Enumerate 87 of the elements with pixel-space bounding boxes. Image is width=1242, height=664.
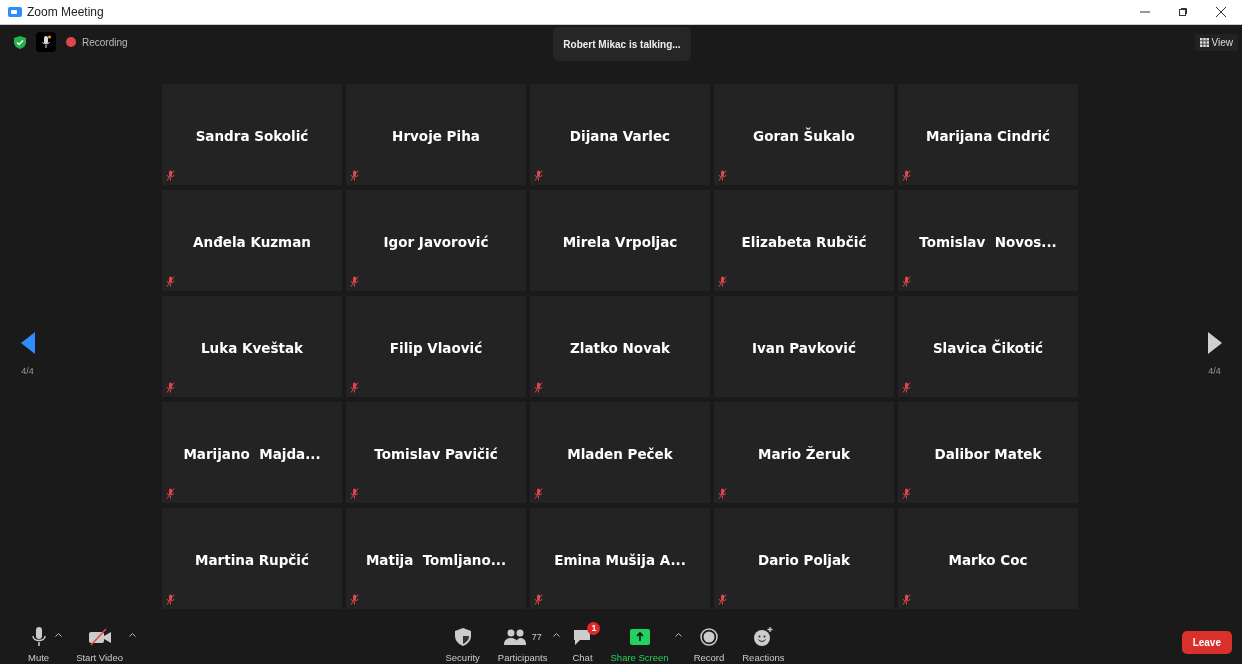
page-indicator: 4/4 (1208, 366, 1221, 376)
participant-name: Dalibor Matek (934, 446, 1042, 464)
participants-button[interactable]: 77 Participants (491, 621, 554, 663)
participant-name: Tomislav Novos... (919, 234, 1057, 252)
participant-tile[interactable]: Luka Kveštak (162, 296, 342, 397)
leave-button[interactable]: Leave (1181, 630, 1232, 654)
video-button[interactable]: Start Video (70, 621, 129, 663)
mic-button[interactable]: Mute (22, 621, 56, 663)
participant-name: Dijana Varlec (569, 128, 671, 146)
participant-name: Anđela Kuzman (193, 234, 311, 252)
participant-tile[interactable]: Sandra Sokolić (162, 84, 342, 185)
participant-tile[interactable]: Mladen Peček (530, 402, 710, 503)
participant-tile[interactable]: Marko Coc (898, 508, 1078, 609)
share-button[interactable]: Share Screen (604, 621, 675, 663)
security-button[interactable]: Security (439, 621, 486, 663)
participant-name: Slavica Čikotić (932, 340, 1044, 358)
page-indicator: 4/4 (21, 366, 34, 376)
participant-tile[interactable]: Matija Tomljano... (346, 508, 526, 609)
participant-name: Martina Rupčić (195, 552, 309, 570)
chat-button[interactable]: 1 Chat (566, 621, 599, 663)
smiley-plus-icon (753, 626, 774, 647)
participant-tile[interactable]: Dario Poljak (714, 508, 894, 609)
recording-label: Recording (82, 36, 128, 48)
record-icon (699, 627, 718, 646)
participant-tile[interactable]: Hrvoje Piha (346, 84, 526, 185)
participant-name: Tomislav Pavičić (374, 446, 498, 464)
caret-icon[interactable] (553, 631, 561, 637)
participant-tile[interactable]: Slavica Čikotić (898, 296, 1078, 397)
video-camera-icon (8, 6, 22, 18)
participant-name: Marijana Cindrić (925, 128, 1051, 146)
view-button[interactable]: View (1194, 33, 1238, 51)
participant-name: Sandra Sokolić (195, 128, 309, 146)
participant-tile[interactable]: Tomislav Pavičić (346, 402, 526, 503)
notification-badge: 1 (587, 621, 601, 635)
participant-tile[interactable]: Elizabeta Rubčić (714, 190, 894, 291)
shield-icon[interactable] (14, 35, 26, 49)
shield-icon (454, 627, 471, 646)
participant-tile[interactable]: Marijano Majda... (162, 402, 342, 503)
participant-count: 77 (531, 631, 542, 642)
caret-icon[interactable] (55, 631, 63, 637)
record-button[interactable]: Record (687, 621, 731, 663)
participant-name: Filip Vlaović (389, 340, 483, 358)
participant-name: Igor Javorović (383, 234, 489, 252)
participant-tile[interactable]: Emina Mušija A... (530, 508, 710, 609)
next-page-arrow[interactable] (1207, 332, 1222, 354)
caret-icon[interactable] (674, 631, 682, 637)
record-dot-icon (66, 37, 76, 47)
participant-tile[interactable]: Zlatko Novak (530, 296, 710, 397)
participant-name: Matija Tomljano... (365, 552, 507, 570)
crossed-camera-icon (87, 627, 112, 646)
participant-tile[interactable]: Mirela Vrpoljac (530, 190, 710, 291)
participant-tile[interactable]: Ivan Pavković (714, 296, 894, 397)
participant-name: Elizabeta Rubčić (741, 234, 867, 252)
participant-tile[interactable]: Martina Rupčić (162, 508, 342, 609)
participant-name: Dario Poljak (757, 552, 851, 570)
participant-tile[interactable]: Marijana Cindrić (898, 84, 1078, 185)
participant-tile[interactable]: Filip Vlaović (346, 296, 526, 397)
window-title: Zoom Meeting (27, 5, 104, 19)
participant-tile[interactable]: Anđela Kuzman (162, 190, 342, 291)
speaker-notice: Robert Mikac is talking... (553, 27, 691, 61)
participant-tile[interactable]: Dijana Varlec (530, 84, 710, 185)
participant-tile[interactable]: Dalibor Matek (898, 402, 1078, 503)
restore-icon[interactable] (1178, 7, 1188, 17)
grid-icon (1199, 37, 1209, 47)
microphone-icon (31, 626, 46, 647)
participant-name: Mladen Peček (567, 446, 673, 464)
participant-name: Goran Šukalo (753, 128, 855, 146)
participant-name: Marijano Majda... (183, 446, 321, 464)
close-icon[interactable] (1216, 7, 1226, 17)
participant-name: Mario Žeruk (758, 446, 850, 464)
participant-name: Emina Mušija A... (554, 552, 686, 570)
participant-tile[interactable]: Goran Šukalo (714, 84, 894, 185)
participant-name: Mirela Vrpoljac (562, 234, 678, 252)
caret-icon[interactable] (128, 631, 136, 637)
participant-name: Zlatko Novak (570, 340, 670, 358)
reactions-button[interactable]: Reactions (736, 621, 791, 663)
participant-name: Marko Coc (948, 552, 1028, 570)
previous-page-arrow[interactable] (20, 332, 35, 354)
participant-tile[interactable]: Mario Žeruk (714, 402, 894, 503)
participant-tile[interactable]: Igor Javorović (346, 190, 526, 291)
participant-name: Hrvoje Piha (392, 128, 480, 146)
participant-name: Ivan Pavković (752, 340, 856, 358)
participant-name: Luka Kveštak (201, 340, 303, 358)
people-icon (503, 628, 526, 645)
speech-bubble-icon (572, 627, 593, 646)
participant-tile[interactable]: Tomislav Novos... (898, 190, 1078, 291)
microphone-icon[interactable] (36, 32, 56, 52)
